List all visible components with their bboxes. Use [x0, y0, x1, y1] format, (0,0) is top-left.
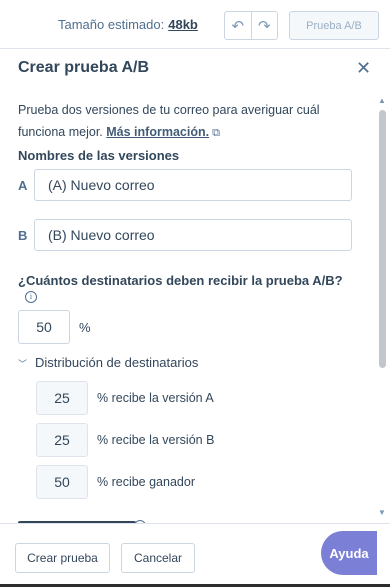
estimated-size-value[interactable]: 48kb: [168, 17, 198, 32]
help-button[interactable]: Ayuda: [321, 531, 377, 575]
distribution-toggle[interactable]: ﹀ Distribución de destinatarios: [18, 355, 198, 370]
close-icon[interactable]: ✕: [356, 59, 371, 77]
distribution-winner-input[interactable]: 50: [36, 465, 88, 499]
estimated-size: Tamaño estimado: 48kb: [58, 17, 198, 32]
distribution-b-input[interactable]: 25: [36, 423, 88, 457]
distribution-toggle-label: Distribución de destinatarios: [35, 355, 199, 370]
panel-footer: Crear prueba Cancelar Ayuda: [0, 523, 390, 588]
external-link-icon: ⧉: [212, 127, 220, 139]
redo-icon[interactable]: ↷: [250, 12, 278, 39]
undo-redo-group: ↶ ↷: [224, 11, 278, 40]
scroll-down-icon[interactable]: ▼: [378, 508, 386, 517]
panel-description: Prueba dos versiones de tu correo para a…: [18, 99, 358, 144]
panel-scrollbar[interactable]: ▲ ▼: [378, 96, 386, 520]
estimated-size-label: Tamaño estimado:: [58, 17, 165, 32]
cancel-button[interactable]: Cancelar: [121, 543, 195, 573]
distribution-b-label: % recibe la versión B: [97, 433, 215, 447]
top-toolbar: Tamaño estimado: 48kb ↶ ↷ Prueba A/B: [0, 0, 390, 49]
scrollbar-thumb[interactable]: [379, 110, 386, 368]
version-a-name-input[interactable]: (A) Nuevo correo: [34, 169, 352, 201]
version-b-name-input[interactable]: (B) Nuevo correo: [34, 219, 352, 251]
version-a-letter: A: [18, 178, 28, 193]
recipients-percent-input[interactable]: 50: [18, 310, 70, 344]
scroll-up-icon[interactable]: ▲: [378, 96, 386, 105]
percent-sign: %: [79, 320, 91, 335]
recipients-question: ¿Cuántos destinatarios deben recibir la …: [18, 273, 343, 288]
info-icon[interactable]: i: [25, 291, 37, 303]
more-info-link[interactable]: Más información.: [106, 125, 209, 139]
create-test-button[interactable]: Crear prueba: [15, 543, 110, 573]
distribution-a-input[interactable]: 25: [36, 381, 88, 415]
distribution-a-label: % recibe la versión A: [97, 391, 214, 405]
distribution-winner-label: % recibe ganador: [97, 475, 195, 489]
undo-icon[interactable]: ↶: [225, 12, 251, 39]
versions-heading: Nombres de las versiones: [18, 148, 180, 163]
ab-test-button[interactable]: Prueba A/B: [289, 11, 379, 40]
panel-title: Crear prueba A/B: [18, 59, 149, 76]
version-b-letter: B: [18, 228, 28, 243]
chevron-down-icon: ﹀: [18, 359, 28, 369]
